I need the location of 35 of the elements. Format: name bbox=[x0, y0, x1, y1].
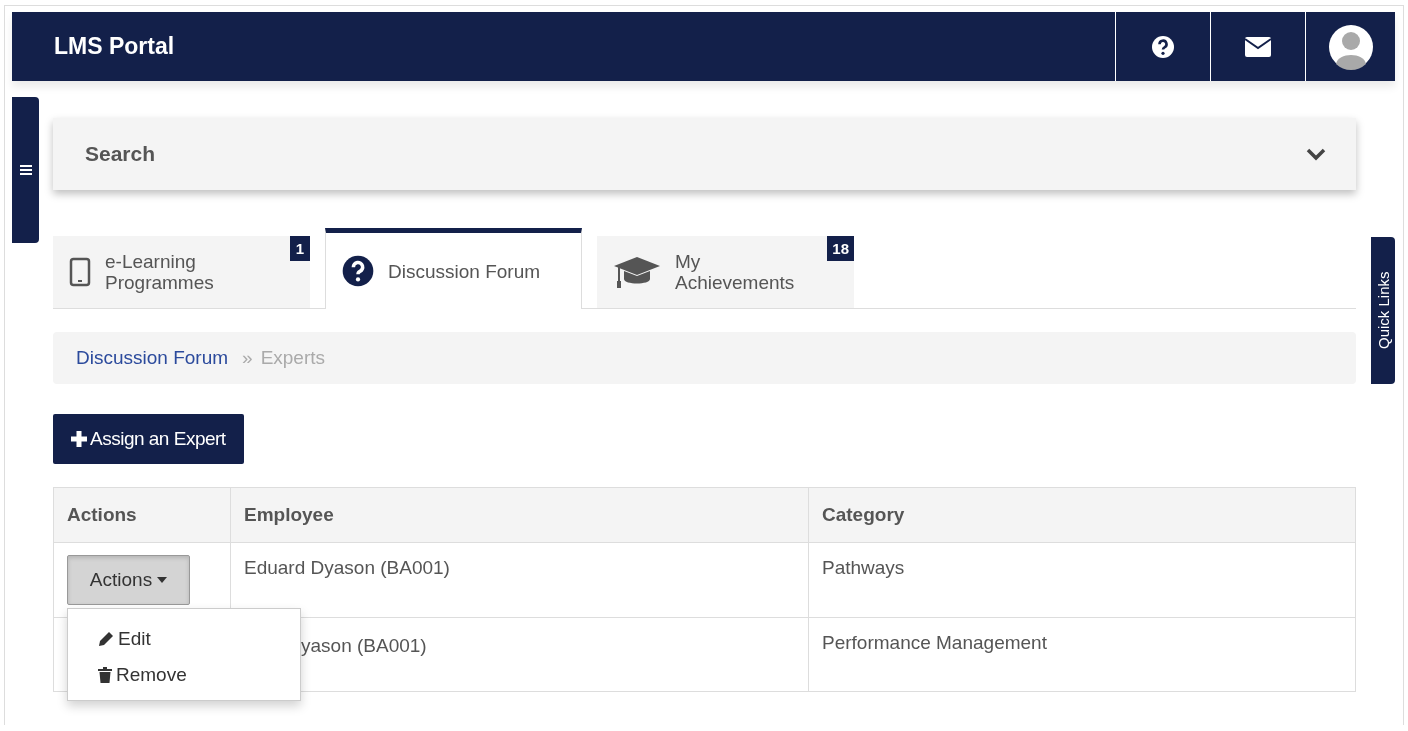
tablet-icon bbox=[69, 257, 91, 287]
menu-item[interactable]: Edit bbox=[98, 621, 151, 657]
table-cell: yason (BA001) bbox=[301, 635, 427, 656]
column-header: Actions bbox=[53, 487, 231, 543]
column-header: Employee bbox=[230, 487, 809, 543]
quick-links-tab[interactable]: Quick Links bbox=[1371, 237, 1395, 384]
menu-item[interactable]: Remove bbox=[98, 657, 187, 693]
tab[interactable]: Discussion Forum bbox=[325, 228, 582, 309]
graduation-cap-icon bbox=[613, 255, 661, 289]
table-cell: Pathways bbox=[822, 557, 905, 578]
count-badge: 18 bbox=[827, 236, 854, 261]
search-panel[interactable]: Search bbox=[53, 118, 1356, 190]
table-cell: Performance Management bbox=[822, 632, 1047, 653]
actions-dropdown-button[interactable]: Actions bbox=[67, 555, 190, 605]
breadcrumb-link[interactable]: Discussion Forum bbox=[76, 347, 229, 369]
assign-expert-button[interactable]: Assign an Expert bbox=[53, 414, 244, 464]
app-title: LMS Portal bbox=[54, 33, 175, 60]
breadcrumb-current: Experts bbox=[260, 347, 326, 369]
avatar-icon bbox=[1327, 23, 1374, 70]
breadcrumb-separator: » bbox=[242, 347, 253, 369]
column-header: Category bbox=[808, 487, 1356, 543]
tab[interactable]: My Achievements 18 bbox=[597, 236, 854, 308]
sidebar-toggle[interactable] bbox=[12, 97, 39, 243]
menu-icon bbox=[19, 164, 32, 176]
pencil-icon bbox=[98, 631, 114, 647]
plus-icon bbox=[71, 431, 87, 447]
search-label: Search bbox=[85, 142, 156, 166]
caret-icon bbox=[157, 577, 168, 583]
table-cell: Eduard Dyason (BA001) bbox=[244, 557, 450, 578]
tab[interactable]: e-Learning Programmes 1 bbox=[53, 236, 310, 308]
trash-icon bbox=[98, 667, 112, 683]
question-icon bbox=[342, 255, 374, 287]
mail-icon bbox=[1244, 35, 1272, 58]
count-badge: 1 bbox=[290, 236, 310, 261]
help-icon bbox=[1151, 34, 1175, 59]
